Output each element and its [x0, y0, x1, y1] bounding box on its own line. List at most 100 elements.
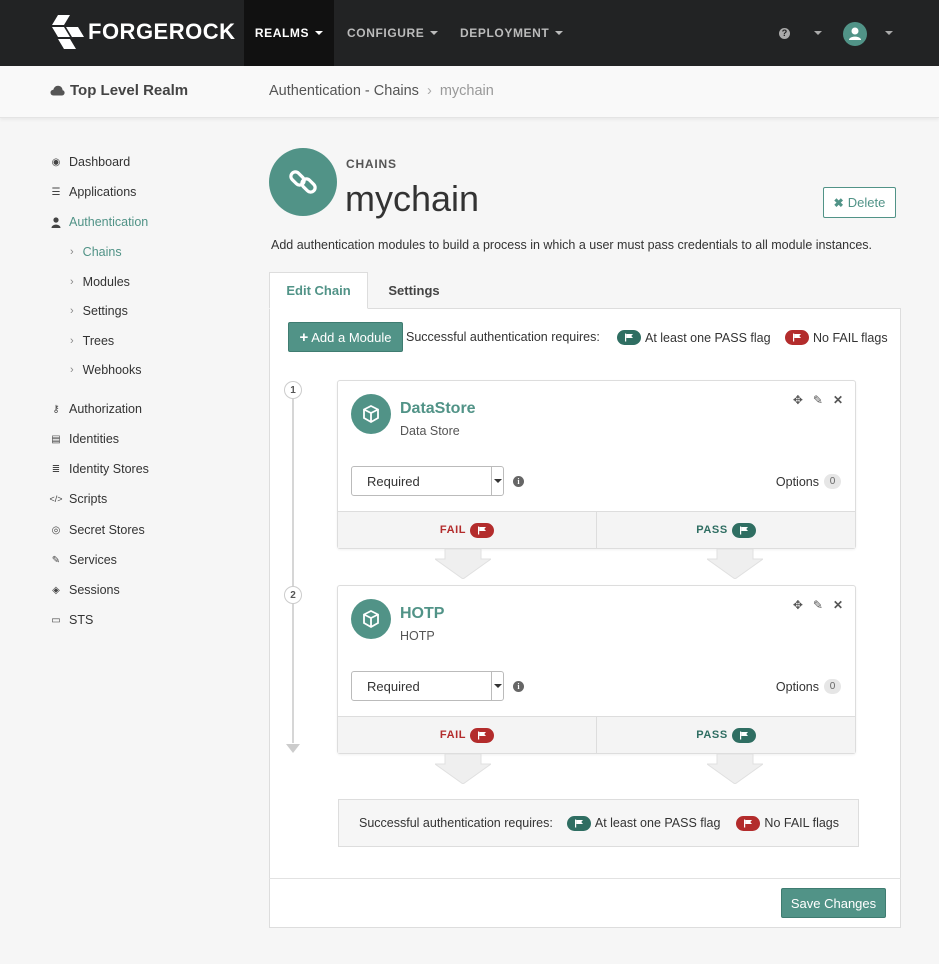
- nav-configure[interactable]: CONFIGURE: [347, 0, 439, 66]
- options-label: Options: [775, 474, 819, 489]
- pass-outcome: PASS: [597, 717, 855, 753]
- info-icon[interactable]: i: [513, 476, 524, 487]
- sidebar-item-applications[interactable]: ☰ Applications: [50, 185, 137, 199]
- sidebar-item-identities[interactable]: ▤ Identities: [50, 432, 119, 446]
- criteria-select[interactable]: Required: [351, 466, 504, 496]
- user-menu-caret-icon[interactable]: [885, 31, 893, 35]
- fail-outcome: FAIL: [338, 512, 597, 548]
- tab-settings[interactable]: Settings: [369, 272, 459, 309]
- module-name[interactable]: HOTP: [400, 605, 444, 623]
- add-module-button[interactable]: + Add a Module: [288, 322, 403, 352]
- database-icon: ≣: [51, 463, 61, 475]
- summary-fail-label: No FAIL flags: [764, 816, 839, 830]
- fail-outcome-label: FAIL: [439, 729, 467, 741]
- chevron-down-icon: [430, 31, 439, 35]
- user-avatar-icon[interactable]: [843, 22, 867, 46]
- sidebar-subitem-modules[interactable]: › Modules: [70, 275, 130, 289]
- summary-pass-label: At least one PASS flag: [594, 816, 721, 830]
- chevron-right-icon: ›: [70, 305, 74, 317]
- nav-realms[interactable]: REALMS: [244, 0, 334, 66]
- delete-button[interactable]: ✖ Delete: [823, 187, 896, 218]
- pencil-icon[interactable]: ✎: [813, 598, 823, 612]
- sidebar-item-sts[interactable]: ▭ STS: [50, 613, 93, 627]
- move-icon[interactable]: ✥: [793, 598, 803, 612]
- delete-button-label: Delete: [847, 195, 886, 210]
- fail-flag-icon: [785, 330, 809, 345]
- forgerock-logo[interactable]: FORGEROCK: [50, 13, 236, 51]
- sidebar-item-identity-stores[interactable]: ≣ Identity Stores: [50, 462, 149, 476]
- pencil-icon[interactable]: ✎: [813, 393, 823, 407]
- requirement-label: Successful authentication requires:: [406, 330, 600, 344]
- timeline-end-arrow-icon: [286, 744, 300, 753]
- question-circle-icon[interactable]: ?: [779, 28, 790, 39]
- pass-flow-arrow-icon: [707, 549, 763, 579]
- pass-outcome-label: PASS: [696, 729, 728, 741]
- module-outcomes: FAIL PASS: [338, 716, 855, 753]
- module-options[interactable]: Options 0: [776, 679, 841, 694]
- close-icon[interactable]: ✕: [833, 393, 843, 407]
- fail-outcome: FAIL: [338, 717, 597, 753]
- module-actions: ✥ ✎ ✕: [793, 598, 843, 612]
- module-outcomes: FAIL PASS: [338, 511, 855, 548]
- page-eyebrow: CHAINS: [346, 157, 397, 171]
- sidebar-item-dashboard[interactable]: ◉ Dashboard: [50, 155, 131, 169]
- info-icon[interactable]: i: [513, 681, 524, 692]
- fail-flag-icon: [470, 727, 495, 743]
- save-changes-button[interactable]: Save Changes: [781, 888, 886, 918]
- sidebar-item-authorization[interactable]: ⚷ Authorization: [50, 402, 142, 416]
- criteria-select[interactable]: Required: [351, 671, 504, 701]
- page-description: Add authentication modules to build a pr…: [271, 238, 873, 252]
- move-icon[interactable]: ✥: [793, 393, 803, 407]
- sidebar-item-label: Authorization: [69, 402, 142, 416]
- nav-configure-label: CONFIGURE: [347, 26, 425, 40]
- fail-outcome-label: FAIL: [439, 524, 467, 536]
- sidebar-item-label: Dashboard: [69, 155, 131, 169]
- sidebar-item-label: STS: [69, 613, 94, 627]
- sidebar-item-scripts[interactable]: </> Scripts: [49, 492, 108, 506]
- module-card[interactable]: DataStore Data Store ✥ ✎ ✕ Required i Op…: [337, 380, 856, 549]
- ticket-icon: ◈: [52, 584, 60, 596]
- chevron-right-icon: ›: [70, 335, 74, 347]
- tab-edit-chain[interactable]: Edit Chain: [269, 272, 368, 309]
- module-type: Data Store: [400, 424, 460, 438]
- sidebar-subitem-label: Modules: [82, 275, 130, 289]
- module-name[interactable]: DataStore: [400, 400, 476, 418]
- select-caret-icon: [491, 672, 503, 700]
- top-navbar: FORGEROCK REALMS CONFIGURE DEPLOYMENT ?: [0, 0, 939, 66]
- nav-realms-label: REALMS: [254, 26, 310, 40]
- sidebar-subitem-webhooks[interactable]: › Webhooks: [70, 363, 142, 377]
- breadcrumb: Authentication - Chains › mychain: [269, 83, 494, 99]
- close-icon[interactable]: ✕: [833, 598, 843, 612]
- sidebar-subitem-chains[interactable]: › Chains: [70, 245, 122, 259]
- criteria-select-value: Required: [367, 473, 420, 489]
- summary-fail-requirement: No FAIL flags: [736, 815, 839, 831]
- realm-selector[interactable]: Top Level Realm: [50, 82, 188, 99]
- module-card[interactable]: HOTP HOTP ✥ ✎ ✕ Required i Options 0 FAI…: [337, 585, 856, 754]
- sidebar-item-authentication[interactable]: Authentication: [50, 215, 148, 229]
- pass-outcome: PASS: [597, 512, 855, 548]
- sidebar-subitem-settings[interactable]: › Settings: [70, 304, 128, 318]
- applications-icon: ☰: [51, 186, 61, 198]
- forgerock-logo-icon: [52, 15, 84, 49]
- nav-deployment-label: DEPLOYMENT: [460, 26, 550, 40]
- code-icon: </>: [49, 494, 63, 504]
- sidebar-item-label: Identities: [69, 432, 120, 446]
- breadcrumb-separator: ›: [426, 83, 432, 99]
- pass-flag-icon: [731, 522, 756, 538]
- help-menu-caret-icon[interactable]: [814, 31, 822, 35]
- sidebar-item-label: Services: [69, 553, 117, 567]
- chevron-right-icon: ›: [70, 364, 74, 376]
- fail-requirement-label: No FAIL flags: [813, 330, 888, 345]
- sidebar-item-sessions[interactable]: ◈ Sessions: [50, 583, 120, 597]
- chain-icon-circle: [269, 148, 337, 216]
- sidebar-item-secret-stores[interactable]: ◎ Secret Stores: [50, 523, 145, 537]
- sidebar-subitem-label: Trees: [82, 334, 115, 348]
- nav-deployment[interactable]: DEPLOYMENT: [460, 0, 564, 66]
- sidebar-item-services[interactable]: ✎ Services: [50, 553, 117, 567]
- module-options[interactable]: Options 0: [776, 474, 841, 489]
- breadcrumb-section-link[interactable]: Authentication - Chains: [269, 83, 419, 99]
- realm-bar: Top Level Realm Authentication - Chains …: [0, 66, 939, 118]
- sidebar-subitem-trees[interactable]: › Trees: [70, 334, 114, 348]
- chevron-down-icon: [555, 31, 564, 35]
- fail-flow-arrow-icon: [435, 549, 491, 579]
